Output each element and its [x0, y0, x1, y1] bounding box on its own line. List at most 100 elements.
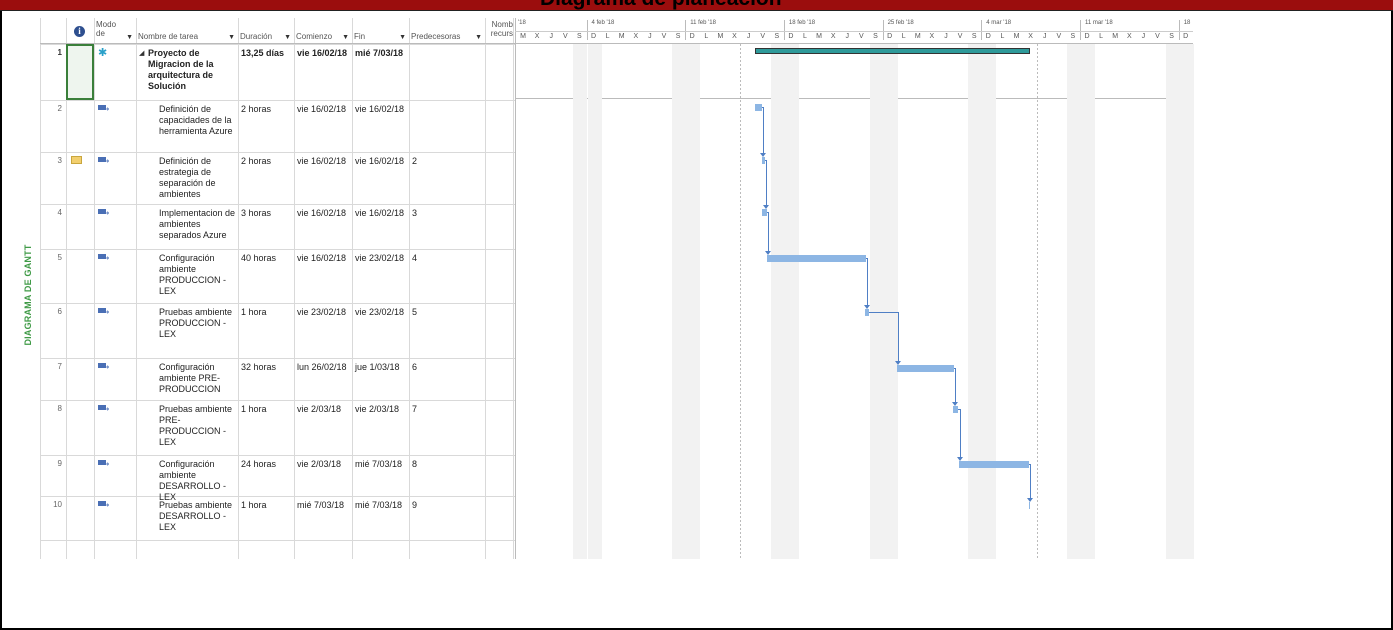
collapse-triangle-icon[interactable]: ◢ [139, 48, 144, 59]
task-start[interactable]: vie 16/02/18 [297, 104, 352, 115]
task-finish[interactable]: vie 23/02/18 [355, 253, 409, 264]
task-name[interactable]: Pruebas ambiente PRE-PRODUCCION - LEX [159, 404, 236, 448]
task-finish[interactable]: mié 7/03/18 [355, 459, 409, 470]
timescale-week-divider [586, 20, 588, 40]
task-duration[interactable]: 1 hora [241, 500, 293, 511]
header-finish[interactable]: Fin ▼ [352, 18, 409, 44]
task-bar[interactable] [755, 104, 762, 111]
task-predecessors[interactable]: 9 [412, 500, 482, 511]
weekend-shading [573, 44, 588, 559]
chevron-down-icon[interactable]: ▼ [475, 34, 482, 41]
task-predecessors[interactable]: 8 [412, 459, 482, 470]
timescale-day: J [549, 33, 553, 40]
chevron-down-icon[interactable]: ▼ [126, 34, 133, 41]
timescale-day: S [971, 33, 977, 40]
task-predecessors[interactable]: 7 [412, 404, 482, 415]
task-finish[interactable]: vie 16/02/18 [355, 208, 409, 219]
weekend-shading [883, 44, 898, 559]
chevron-down-icon[interactable]: ▼ [284, 34, 291, 41]
timescale-day: M [816, 33, 823, 40]
header-start[interactable]: Comienzo ▼ [294, 18, 352, 44]
task-bar[interactable] [1029, 502, 1030, 509]
auto-scheduled-icon [98, 405, 109, 411]
timescale-divider [515, 31, 1193, 32]
summary-bar[interactable] [755, 48, 1030, 54]
dependency-link [955, 368, 956, 404]
task-name[interactable]: Definición de capacidades de la herramie… [159, 104, 236, 137]
task-finish[interactable]: vie 16/02/18 [355, 156, 409, 167]
task-start[interactable]: mié 7/03/18 [297, 500, 352, 511]
task-name[interactable]: Definición de estrategia de separación d… [159, 156, 236, 200]
task-name[interactable]: Proyecto de Migracion de la arquitectura… [148, 48, 236, 92]
task-finish[interactable]: jue 1/03/18 [355, 362, 409, 373]
task-duration[interactable]: 3 horas [241, 208, 293, 219]
timescale-day: D [887, 33, 893, 40]
task-duration[interactable]: 1 hora [241, 404, 293, 415]
weekend-shading [587, 44, 602, 559]
task-predecessors[interactable]: 4 [412, 253, 482, 264]
task-finish[interactable]: mié 7/03/18 [355, 500, 409, 511]
header-predecessors[interactable]: Predecesoras ▼ [409, 18, 485, 44]
task-finish[interactable]: mié 7/03/18 [355, 48, 409, 59]
timescale-week-divider [783, 20, 785, 40]
task-duration[interactable]: 13,25 días [241, 48, 293, 59]
task-duration[interactable]: 2 horas [241, 156, 293, 167]
timescale-week-label: 4 mar '18 [986, 20, 1012, 26]
date-marker-line [740, 44, 741, 559]
timescale-day: L [1000, 33, 1005, 40]
task-bar[interactable] [959, 461, 1029, 468]
dependency-link [869, 312, 899, 313]
task-predecessors[interactable]: 3 [412, 208, 482, 219]
task-name[interactable]: Pruebas ambiente DESARROLLO - LEX [159, 500, 236, 533]
chevron-down-icon[interactable]: ▼ [342, 34, 349, 41]
row-number: 4 [57, 208, 62, 217]
timescale-day: X [732, 33, 737, 40]
auto-scheduled-icon [98, 105, 109, 111]
header-duration[interactable]: Duración ▼ [238, 18, 294, 44]
task-start[interactable]: vie 16/02/18 [297, 48, 352, 59]
task-start[interactable]: vie 2/03/18 [297, 404, 352, 415]
task-name[interactable]: Pruebas ambiente PRODUCCION - LEX [159, 307, 236, 340]
task-name[interactable]: Configuración ambiente PRE-PRODUCCION [159, 362, 236, 395]
task-predecessors[interactable]: 6 [412, 362, 482, 373]
row-number: 1 [57, 48, 62, 57]
task-start[interactable]: vie 16/02/18 [297, 156, 352, 167]
task-start[interactable]: vie 23/02/18 [297, 307, 352, 318]
task-finish[interactable]: vie 2/03/18 [355, 404, 409, 415]
task-finish[interactable]: vie 23/02/18 [355, 307, 409, 318]
task-duration[interactable]: 2 horas [241, 104, 293, 115]
row-number: 5 [57, 253, 62, 262]
info-icon: i [74, 26, 85, 37]
auto-scheduled-icon [98, 209, 109, 215]
row-number: 10 [53, 500, 62, 509]
task-finish[interactable]: vie 16/02/18 [355, 104, 409, 115]
task-duration[interactable]: 1 hora [241, 307, 293, 318]
task-start[interactable]: vie 16/02/18 [297, 253, 352, 264]
task-predecessors[interactable]: 5 [412, 307, 482, 318]
timescale-week-label: '18 [518, 20, 526, 26]
task-duration[interactable]: 32 horas [241, 362, 293, 373]
timescale-day: X [1126, 33, 1132, 40]
task-bar[interactable] [897, 365, 954, 372]
timescale-week-divider [685, 20, 687, 40]
selected-cell[interactable] [66, 44, 94, 100]
task-start[interactable]: vie 2/03/18 [297, 459, 352, 470]
timescale-day: X [929, 33, 935, 40]
task-predecessors[interactable]: 2 [412, 156, 482, 167]
header-mode[interactable]: Modo de ▼ [94, 18, 136, 44]
task-name[interactable]: Configuración ambiente PRODUCCION - LEX [159, 253, 236, 297]
view-bar[interactable]: DIAGRAMA DE GANTT [20, 244, 36, 345]
task-duration[interactable]: 24 horas [241, 459, 293, 470]
chevron-down-icon[interactable]: ▼ [228, 34, 235, 41]
task-name[interactable]: Implementacion de ambientes separados Az… [159, 208, 236, 241]
task-duration[interactable]: 40 horas [241, 253, 293, 264]
chevron-down-icon[interactable]: ▼ [399, 34, 406, 41]
task-start[interactable]: lun 26/02/18 [297, 362, 352, 373]
task-start[interactable]: vie 16/02/18 [297, 208, 352, 219]
header-resources[interactable]: Nomb recurs [485, 18, 513, 44]
dependency-link [898, 312, 899, 363]
task-bar[interactable] [767, 255, 866, 262]
header-indicators[interactable]: i [66, 18, 94, 44]
header-task-name[interactable]: Nombre de tarea ▼ [136, 18, 238, 44]
split-divider[interactable] [515, 18, 516, 559]
